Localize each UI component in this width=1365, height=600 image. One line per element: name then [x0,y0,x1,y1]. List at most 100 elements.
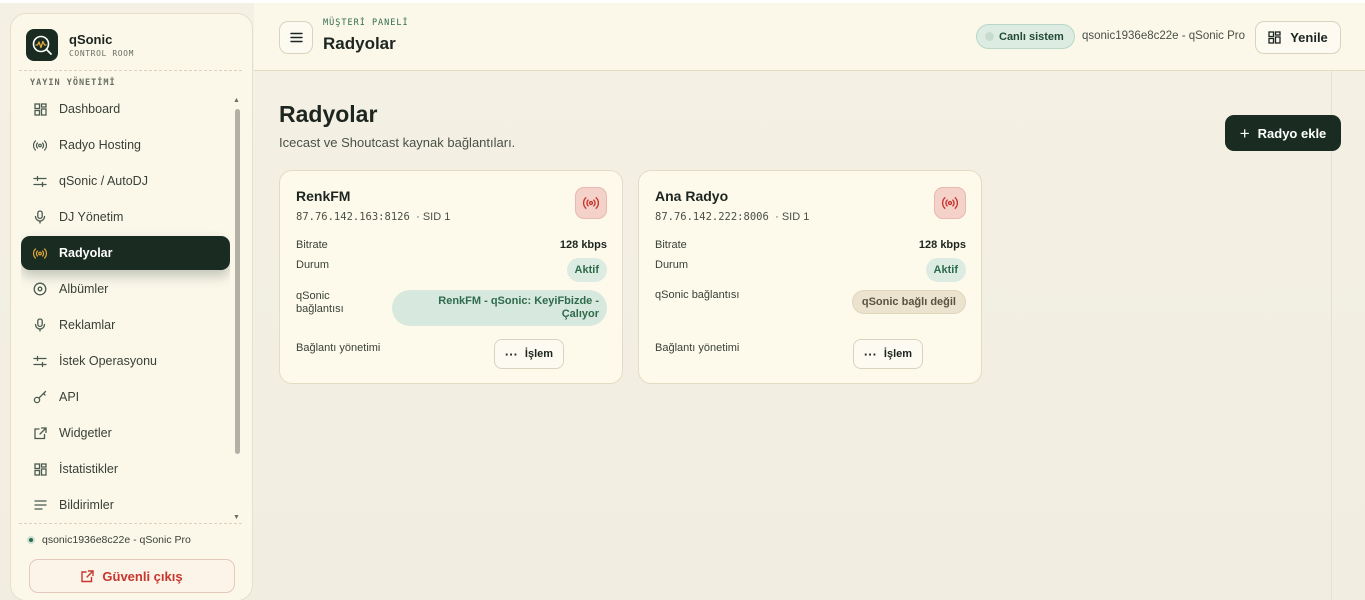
sidebar-item-api[interactable]: API [21,380,230,414]
sliders-icon [33,174,47,188]
header-kicker: MÜŞTERİ PANELİ [323,18,409,28]
radio-broadcast-icon [575,187,607,219]
connection-label: qSonic bağlantısı [655,289,740,301]
sidebar-item-label: qSonic / AutoDJ [59,174,148,188]
bitrate-value: 128 kbps [918,239,966,251]
radio-card: Ana Radyo 87.76.142.222:8006 · SID 1 Bit… [638,170,982,384]
brand-subtitle: CONTROL ROOM [69,49,134,58]
more-dots-icon: ··· [863,346,877,362]
sidebar-item-label: Dashboard [59,102,121,116]
live-system-badge: Canlı sistem [976,24,1075,49]
bitrate-label: Bitrate [655,239,687,251]
connection-label: qSonic bağlantısı [296,290,344,315]
sidebar-item-widgetler[interactable]: Widgetler [21,416,230,450]
online-status-icon [27,536,35,544]
sliders-icon [33,354,47,368]
grid-icon [1268,31,1281,44]
more-dots-icon: ··· [504,346,518,362]
broadcast-icon [33,138,47,152]
sidebar-section-label: YAYIN YÖNETİMİ [30,78,116,88]
sidebar-user-label: qsonic1936e8c22e - qSonic Pro [42,534,191,546]
sidebar-user: qsonic1936e8c22e - qSonic Pro [27,534,191,546]
microphone-icon [33,318,47,332]
brand-text: qSonic CONTROL ROOM [69,32,134,58]
menu-toggle-button[interactable] [279,21,313,54]
status-label: Durum [655,259,689,271]
brand-name: qSonic [69,32,113,47]
page-subtitle: Icecast ve Shoutcast kaynak bağlantıları… [279,135,516,150]
sidebar-nav: Dashboard Radyo Hosting qSonic / AutoDJ … [21,92,230,522]
sidebar-item-bildirimler[interactable]: Bildirimler [21,488,230,522]
sidebar-item-albumler[interactable]: Albümler [21,272,230,306]
disc-icon [33,282,47,296]
scroll-up-arrow-icon[interactable]: ▲ [233,97,240,104]
live-badge-label: Canlı sistem [999,30,1064,43]
radio-host-port: 87.76.142.222:8006 [655,211,769,223]
hamburger-icon [289,32,303,43]
sidebar-divider [19,523,242,524]
microphone-icon [33,210,47,224]
sidebar-item-dj-yonetim[interactable]: DJ Yönetim [21,200,230,234]
sidebar-item-label: Albümler [59,282,109,296]
refresh-button[interactable]: Yenile [1255,21,1341,54]
radio-broadcast-icon [934,187,966,219]
radio-address: 87.76.142.163:8126 · SID 1 [296,211,450,223]
brand[interactable]: qSonic CONTROL ROOM [26,28,134,62]
top-header: MÜŞTERİ PANELİ Radyolar Canlı sistem qso… [254,3,1365,71]
qsonic-logo-icon [26,29,58,61]
action-button[interactable]: ··· İşlem [494,339,564,369]
header-title: Radyolar [323,34,396,53]
external-link-icon [81,569,95,582]
radio-card: RenkFM 87.76.142.163:8126 · SID 1 Bitrat… [279,170,623,384]
sidebar-item-radyolar[interactable]: Radyolar [21,236,230,270]
sidebar-item-label: DJ Yönetim [59,210,124,224]
sidebar-item-label: Reklamlar [59,318,116,332]
radio-address: 87.76.142.222:8006 · SID 1 [655,211,809,223]
action-label: İşlem [883,348,913,360]
sidebar-item-radyo-hosting[interactable]: Radyo Hosting [21,128,230,162]
sidebar-item-dashboard[interactable]: Dashboard [21,92,230,126]
header-account: qsonic1936e8c22e - qSonic Pro [1082,30,1246,42]
radio-sid: · SID 1 [775,211,810,223]
live-status-icon [985,32,994,41]
status-badge: Aktif [925,258,966,282]
connection-badge: qSonic bağlı değil [851,290,966,314]
sidebar-item-label: İstatistikler [59,462,119,476]
sidebar-item-autodj[interactable]: qSonic / AutoDJ [21,164,230,198]
list-icon [33,498,47,512]
radio-name: Ana Radyo [655,188,729,204]
sidebar-item-label: Widgetler [59,426,112,440]
action-label: İşlem [524,348,554,360]
radio-sid: · SID 1 [416,211,451,223]
sidebar-item-istatistikler[interactable]: İstatistikler [21,452,230,486]
add-radio-label: Radyo ekle [1257,125,1327,141]
grid-icon [33,462,47,476]
sidebar: qSonic CONTROL ROOM YAYIN YÖNETİMİ Dashb… [10,13,253,600]
radio-host-port: 87.76.142.163:8126 [296,211,410,223]
sidebar-divider [19,70,242,71]
grid-icon [33,102,47,116]
sidebar-item-reklamlar[interactable]: Reklamlar [21,308,230,342]
management-label: Bağlantı yönetimi [296,342,381,354]
key-icon [33,390,47,404]
broadcast-icon [33,246,47,260]
bitrate-label: Bitrate [296,239,328,251]
bitrate-value: 128 kbps [559,239,607,251]
sidebar-item-label: İstek Operasyonu [59,354,157,368]
sidebar-item-label: Radyo Hosting [59,138,141,152]
scroll-down-arrow-icon[interactable]: ▼ [233,514,240,521]
connection-badge: RenkFM - qSonic: KeyiFbizde - Çalıyor [392,290,607,326]
logout-button[interactable]: Güvenli çıkış [29,559,235,593]
sidebar-item-label: API [59,390,80,404]
sidebar-item-istek-operasyonu[interactable]: İstek Operasyonu [21,344,230,378]
page-title: Radyolar [279,101,378,127]
add-radio-button[interactable]: + Radyo ekle [1225,115,1341,151]
logout-label: Güvenli çıkış [102,568,183,584]
app-window: qSonic CONTROL ROOM YAYIN YÖNETİMİ Dashb… [0,3,1365,600]
plus-icon: + [1239,123,1250,143]
radio-name: RenkFM [296,188,351,204]
action-button[interactable]: ··· İşlem [853,339,923,369]
sidebar-item-label: Radyolar [59,246,113,260]
sidebar-scrollbar-thumb[interactable] [235,109,240,454]
status-label: Durum [296,259,330,271]
